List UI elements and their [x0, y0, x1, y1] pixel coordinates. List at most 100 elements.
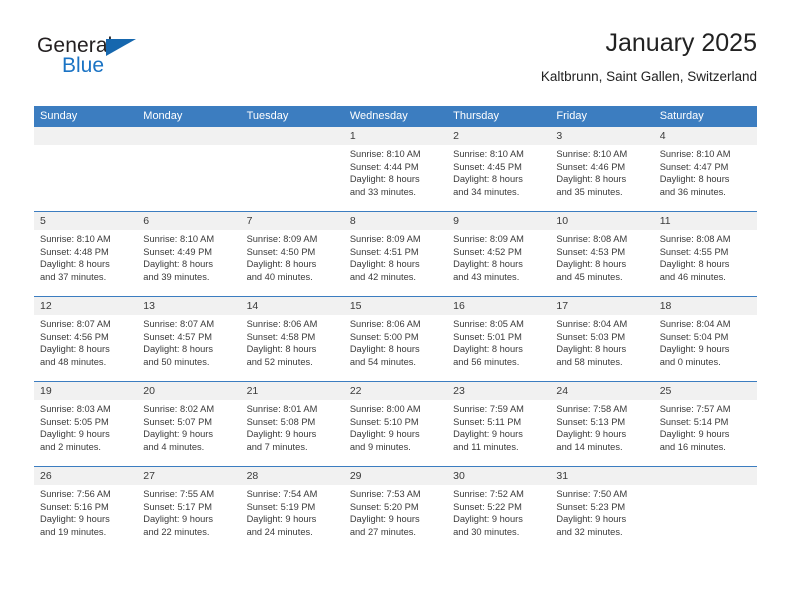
calendar-day-cell[interactable]: 29 Sunrise: 7:53 AM Sunset: 5:20 PM Dayligh… — [343, 466, 448, 551]
day-details: Sunrise: 8:09 AM Sunset: 4:52 PM Daylight:… — [447, 230, 550, 283]
day-sunrise-text: Sunrise: 8:09 AM — [349, 234, 421, 244]
day-daylight1-text: Daylight: 8 hours — [556, 344, 627, 355]
day-daylight1-text: Daylight: 8 hours — [349, 344, 420, 355]
day-sunrise-text: Sunrise: 8:09 AM — [246, 234, 318, 244]
calendar-day-cell[interactable]: 3 Sunrise: 8:10 AM Sunset: 4:46 PM Daylight… — [550, 127, 654, 212]
calendar-day-cell[interactable]: 11 Sunrise: 8:08 AM Sunset: 4:55 PM Dayligh… — [653, 211, 757, 297]
calendar-day-cell[interactable]: 1 Sunrise: 8:10 AM Sunset: 4:44 PM Daylight… — [343, 127, 448, 212]
calendar-day-cell[interactable]: 24 Sunrise: 7:58 AM Sunset: 5:13 PM Dayligh… — [550, 381, 654, 467]
day-number: 13 — [137, 297, 241, 315]
day-daylight1-text: Daylight: 9 hours — [40, 514, 110, 525]
day-daylight2-text: and 45 minutes. — [556, 271, 623, 282]
day-number: 18 — [653, 297, 757, 315]
day-sunset-text: Sunset: 5:13 PM — [556, 416, 626, 427]
day-number — [137, 127, 241, 145]
day-daylight1-text: Daylight: 8 hours — [349, 259, 420, 270]
day-daylight1-text: Daylight: 8 hours — [143, 259, 214, 270]
day-sunrise-text: Sunrise: 8:07 AM — [40, 319, 111, 329]
day-sunset-text: Sunset: 5:03 PM — [556, 331, 626, 342]
calendar-day-cell[interactable]: 17 Sunrise: 8:04 AM Sunset: 5:03 PM Dayligh… — [550, 296, 654, 382]
day-daylight2-text: and 46 minutes. — [659, 271, 726, 282]
calendar-day-cell[interactable]: 30 Sunrise: 7:52 AM Sunset: 5:22 PM Dayligh… — [447, 466, 551, 551]
calendar-day-cell[interactable]: 25 Sunrise: 7:57 AM Sunset: 5:14 PM Dayligh… — [653, 381, 757, 467]
day-daylight2-text: and 33 minutes. — [349, 186, 416, 197]
brand-logo[interactable]: General Blue — [34, 34, 254, 94]
day-details: Sunrise: 8:07 AM Sunset: 4:56 PM Daylight:… — [34, 315, 137, 368]
calendar-day-cell[interactable]: 7 Sunrise: 8:09 AM Sunset: 4:50 PM Daylight… — [240, 211, 344, 297]
weekday-header-monday: Monday — [137, 106, 241, 127]
calendar-day-cell[interactable]: 9 Sunrise: 8:09 AM Sunset: 4:52 PM Daylight… — [447, 211, 551, 297]
calendar-day-cell[interactable]: 18 Sunrise: 8:04 AM Sunset: 5:04 PM Dayligh… — [653, 296, 757, 382]
calendar-day-cell[interactable]: 27 Sunrise: 7:55 AM Sunset: 5:17 PM Dayligh… — [137, 466, 241, 551]
day-sunset-text: Sunset: 4:57 PM — [143, 331, 213, 342]
calendar-day-cell[interactable]: 22 Sunrise: 8:00 AM Sunset: 5:10 PM Dayligh… — [343, 381, 448, 467]
day-details: Sunrise: 8:02 AM Sunset: 5:07 PM Daylight:… — [137, 400, 240, 453]
day-daylight1-text: Daylight: 8 hours — [246, 259, 317, 270]
day-daylight2-text: and 22 minutes. — [143, 526, 210, 537]
weekday-header-thursday: Thursday — [447, 106, 551, 127]
day-number: 29 — [343, 467, 448, 485]
calendar-day-cell[interactable]: 28 Sunrise: 7:54 AM Sunset: 5:19 PM Dayligh… — [240, 466, 344, 551]
day-daylight2-text: and 32 minutes. — [556, 526, 623, 537]
day-sunset-text: Sunset: 4:53 PM — [556, 246, 626, 257]
day-daylight1-text: Daylight: 9 hours — [556, 514, 627, 525]
day-details: Sunrise: 7:53 AM Sunset: 5:20 PM Daylight:… — [344, 485, 447, 538]
calendar-day-cell[interactable]: 23 Sunrise: 7:59 AM Sunset: 5:11 PM Dayligh… — [447, 381, 551, 467]
day-number — [240, 127, 344, 145]
day-details: Sunrise: 8:06 AM Sunset: 4:58 PM Daylight:… — [241, 315, 344, 368]
day-details: Sunrise: 7:59 AM Sunset: 5:11 PM Daylight:… — [447, 400, 550, 453]
title-block: January 2025 Kaltbrunn, Saint Gallen, Sw… — [541, 28, 757, 87]
weekday-header-saturday: Saturday — [653, 106, 757, 127]
day-details: Sunrise: 7:50 AM Sunset: 5:23 PM Daylight:… — [550, 485, 653, 538]
day-sunset-text: Sunset: 5:19 PM — [246, 501, 316, 512]
day-sunrise-text: Sunrise: 8:04 AM — [659, 319, 731, 329]
day-daylight2-text: and 37 minutes. — [40, 271, 107, 282]
day-sunrise-text: Sunrise: 8:07 AM — [143, 319, 215, 329]
day-daylight2-text: and 30 minutes. — [453, 526, 520, 537]
calendar-day-cell[interactable]: 19 Sunrise: 8:03 AM Sunset: 5:05 PM Dayligh… — [34, 381, 138, 467]
calendar-day-cell[interactable]: 10 Sunrise: 8:08 AM Sunset: 4:53 PM Dayligh… — [550, 211, 654, 297]
day-details: Sunrise: 7:57 AM Sunset: 5:14 PM Daylight:… — [654, 400, 757, 453]
calendar-day-cell[interactable]: 2 Sunrise: 8:10 AM Sunset: 4:45 PM Daylight… — [447, 127, 551, 212]
calendar-day-cell[interactable]: 4 Sunrise: 8:10 AM Sunset: 4:47 PM Daylight… — [653, 127, 757, 212]
day-daylight1-text: Daylight: 9 hours — [659, 344, 730, 355]
day-daylight1-text: Daylight: 9 hours — [40, 429, 110, 440]
calendar-day-cell[interactable]: 14 Sunrise: 8:06 AM Sunset: 4:58 PM Dayligh… — [240, 296, 344, 382]
day-sunrise-text: Sunrise: 7:50 AM — [556, 489, 628, 499]
calendar-day-cell[interactable]: 8 Sunrise: 8:09 AM Sunset: 4:51 PM Daylight… — [343, 211, 448, 297]
day-sunset-text: Sunset: 4:50 PM — [246, 246, 316, 257]
day-details: Sunrise: 8:10 AM Sunset: 4:48 PM Daylight:… — [34, 230, 137, 283]
day-sunset-text: Sunset: 4:44 PM — [349, 161, 419, 172]
day-sunset-text: Sunset: 4:45 PM — [453, 161, 522, 172]
day-daylight2-text: and 43 minutes. — [453, 271, 520, 282]
calendar-week-row: 26 Sunrise: 7:56 AM Sunset: 5:16 PM Dayligh… — [34, 466, 757, 551]
day-details: Sunrise: 7:52 AM Sunset: 5:22 PM Daylight:… — [447, 485, 550, 538]
calendar-day-cell[interactable]: 16 Sunrise: 8:05 AM Sunset: 5:01 PM Dayligh… — [447, 296, 551, 382]
calendar-day-cell[interactable]: 12 Sunrise: 8:07 AM Sunset: 4:56 PM Dayligh… — [34, 296, 138, 382]
day-daylight1-text: Daylight: 8 hours — [659, 259, 730, 270]
calendar-body: 1 Sunrise: 8:10 AM Sunset: 4:44 PM Daylight… — [34, 127, 757, 551]
day-sunrise-text: Sunrise: 8:06 AM — [349, 319, 421, 329]
calendar-day-cell[interactable]: 5 Sunrise: 8:10 AM Sunset: 4:48 PM Daylight… — [34, 211, 138, 297]
calendar-day-cell[interactable]: 6 Sunrise: 8:10 AM Sunset: 4:49 PM Daylight… — [137, 211, 241, 297]
day-sunrise-text: Sunrise: 7:52 AM — [453, 489, 524, 499]
day-details: Sunrise: 8:08 AM Sunset: 4:55 PM Daylight:… — [654, 230, 757, 283]
day-sunrise-text: Sunrise: 8:04 AM — [556, 319, 628, 329]
day-daylight1-text: Daylight: 8 hours — [556, 174, 627, 185]
calendar-day-cell[interactable]: 26 Sunrise: 7:56 AM Sunset: 5:16 PM Dayligh… — [34, 466, 138, 551]
day-details: Sunrise: 8:05 AM Sunset: 5:01 PM Daylight:… — [447, 315, 550, 368]
calendar-day-cell[interactable]: 20 Sunrise: 8:02 AM Sunset: 5:07 PM Dayligh… — [137, 381, 241, 467]
calendar-cell-empty — [137, 127, 241, 212]
calendar-day-cell[interactable]: 21 Sunrise: 8:01 AM Sunset: 5:08 PM Dayligh… — [240, 381, 344, 467]
day-number: 12 — [34, 297, 138, 315]
day-details: Sunrise: 8:07 AM Sunset: 4:57 PM Daylight:… — [137, 315, 240, 368]
day-daylight1-text: Daylight: 9 hours — [143, 514, 214, 525]
day-sunrise-text: Sunrise: 8:10 AM — [453, 149, 524, 159]
calendar-day-cell[interactable]: 15 Sunrise: 8:06 AM Sunset: 5:00 PM Dayligh… — [343, 296, 448, 382]
calendar-day-cell[interactable]: 31 Sunrise: 7:50 AM Sunset: 5:23 PM Dayligh… — [550, 466, 654, 551]
calendar-day-cell[interactable]: 13 Sunrise: 8:07 AM Sunset: 4:57 PM Dayligh… — [137, 296, 241, 382]
day-sunset-text: Sunset: 5:11 PM — [453, 416, 522, 427]
day-number: 25 — [653, 382, 757, 400]
day-sunset-text: Sunset: 4:46 PM — [556, 161, 626, 172]
day-number: 31 — [550, 467, 654, 485]
